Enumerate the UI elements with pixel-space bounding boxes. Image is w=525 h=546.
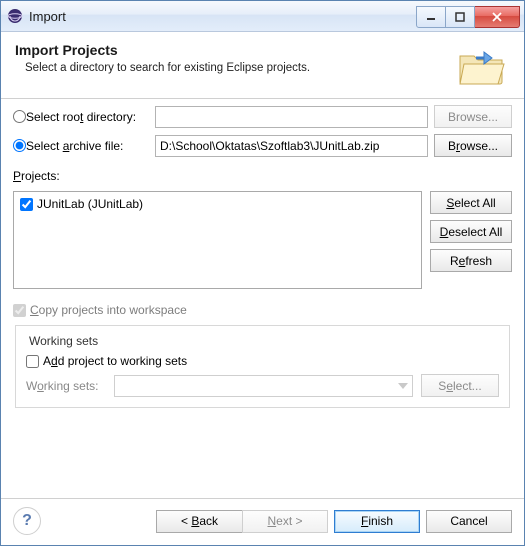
project-item[interactable]: JUnitLab (JUnitLab) xyxy=(20,197,143,211)
window-controls xyxy=(416,6,520,26)
archive-file-row: Select archive file: Browse... xyxy=(13,134,512,157)
eclipse-icon xyxy=(7,8,23,24)
archive-file-radio[interactable]: Select archive file: xyxy=(13,139,149,153)
archive-file-label: Select archive file: xyxy=(26,139,123,153)
page-title: Import Projects xyxy=(15,42,310,58)
dialog-header: Import Projects Select a directory to se… xyxy=(1,32,524,99)
select-all-button[interactable]: Select All xyxy=(430,191,512,214)
dialog-footer: ? < Back Next > Finish Cancel xyxy=(1,498,524,545)
root-directory-radio[interactable]: Select root directory: xyxy=(13,110,149,124)
projects-area: JUnitLab (JUnitLab) Select All Deselect … xyxy=(13,191,512,289)
titlebar: Import xyxy=(1,1,524,32)
projects-label: Projects: xyxy=(13,169,60,183)
cancel-button[interactable]: Cancel xyxy=(426,510,512,533)
add-to-ws-checkbox[interactable] xyxy=(26,355,39,368)
refresh-button[interactable]: Refresh xyxy=(430,249,512,272)
wizard-buttons: < Back Next > Finish Cancel xyxy=(41,510,512,533)
root-directory-field xyxy=(155,106,428,128)
close-button[interactable] xyxy=(475,6,520,28)
header-text: Import Projects Select a directory to se… xyxy=(15,42,310,74)
working-sets-title: Working sets xyxy=(26,334,101,348)
page-subtitle: Select a directory to search for existin… xyxy=(25,62,310,74)
copy-projects-checkbox xyxy=(13,304,26,317)
add-to-ws-label: Add project to working sets xyxy=(43,354,187,368)
copy-projects-check: Copy projects into workspace xyxy=(13,303,512,317)
finish-button[interactable]: Finish xyxy=(334,510,420,533)
folder-import-icon xyxy=(454,42,510,90)
maximize-button[interactable] xyxy=(446,6,475,28)
working-sets-row: Working sets: Select... xyxy=(26,374,499,397)
root-directory-label: Select root directory: xyxy=(26,110,136,124)
root-directory-radio-input[interactable] xyxy=(13,110,26,123)
add-to-ws-check[interactable]: Add project to working sets xyxy=(26,354,499,368)
next-button: Next > xyxy=(242,510,328,533)
chevron-down-icon xyxy=(398,383,408,389)
dialog-body: Select root directory: Browse... Select … xyxy=(1,99,524,498)
back-button[interactable]: < Back xyxy=(156,510,242,533)
minimize-button[interactable] xyxy=(416,6,446,28)
root-directory-row: Select root directory: Browse... xyxy=(13,105,512,128)
projects-side-buttons: Select All Deselect All Refresh xyxy=(430,191,512,289)
working-sets-combo xyxy=(114,375,413,397)
archive-browse-button[interactable]: Browse... xyxy=(434,134,512,157)
help-button[interactable]: ? xyxy=(13,507,41,535)
archive-file-radio-input[interactable] xyxy=(13,139,26,152)
titlebar-title: Import xyxy=(29,9,416,24)
deselect-all-button[interactable]: Deselect All xyxy=(430,220,512,243)
working-sets-group: Working sets Add project to working sets… xyxy=(15,325,510,408)
root-browse-button: Browse... xyxy=(434,105,512,128)
working-sets-select-button: Select... xyxy=(421,374,499,397)
project-item-checkbox[interactable] xyxy=(20,198,33,211)
import-dialog: Import Import Projects Select a director… xyxy=(0,0,525,546)
archive-file-field[interactable] xyxy=(155,135,428,157)
project-item-label: JUnitLab (JUnitLab) xyxy=(37,197,143,211)
working-sets-field-label: Working sets: xyxy=(26,379,106,393)
copy-projects-label: Copy projects into workspace xyxy=(30,303,187,317)
projects-list[interactable]: JUnitLab (JUnitLab) xyxy=(13,191,422,289)
